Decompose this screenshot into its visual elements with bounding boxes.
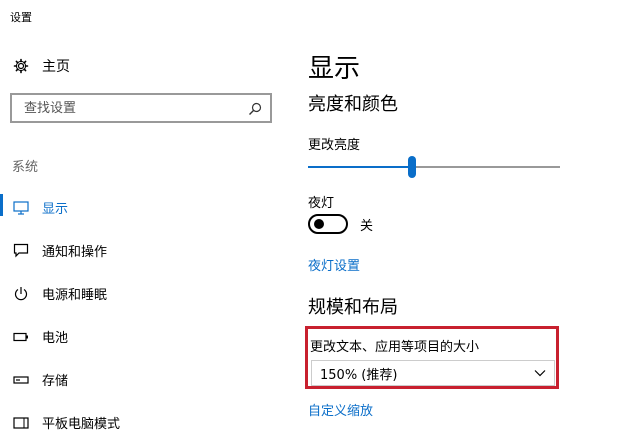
search-box[interactable] <box>10 93 272 123</box>
sidebar-item-storage[interactable]: 存储 <box>0 358 290 401</box>
night-light-toggle[interactable] <box>308 214 348 234</box>
storage-icon <box>12 371 30 389</box>
night-light-settings-link[interactable]: 夜灯设置 <box>308 255 360 274</box>
power-icon <box>12 285 30 303</box>
night-light-state: 关 <box>360 218 374 234</box>
sidebar-item-label: 通知和操作 <box>42 245 108 260</box>
sidebar-item-label: 电源和睡眠 <box>42 288 108 303</box>
search-input[interactable] <box>24 100 224 116</box>
slider-thumb[interactable] <box>408 156 416 178</box>
search-icon[interactable] <box>248 101 262 115</box>
gear-icon <box>12 57 30 75</box>
sidebar-item-tablet-mode[interactable]: 平板电脑模式 <box>0 401 290 431</box>
slider-track-empty <box>416 166 560 168</box>
chevron-down-icon <box>534 369 546 377</box>
section-label-system: 系统 <box>12 160 39 175</box>
brightness-slider[interactable] <box>308 156 560 178</box>
sidebar-item-notifications[interactable]: 通知和操作 <box>0 229 290 272</box>
night-light-label: 夜灯 <box>308 196 335 211</box>
custom-scale-link[interactable]: 自定义缩放 <box>308 400 373 419</box>
brightness-label: 更改亮度 <box>308 138 361 153</box>
sidebar-item-battery[interactable]: 电池 <box>0 315 290 358</box>
page-title: 显示 <box>308 54 361 84</box>
scale-label: 更改文本、应用等项目的大小 <box>310 340 480 355</box>
sidebar-item-label: 平板电脑模式 <box>42 417 121 431</box>
sidebar-item-label: 存储 <box>42 374 69 389</box>
window-title: 设置 <box>10 11 32 24</box>
toggle-knob <box>314 219 324 229</box>
sidebar-item-power[interactable]: 电源和睡眠 <box>0 272 290 315</box>
sidebar-home[interactable]: 主页 <box>0 52 290 80</box>
monitor-icon <box>12 199 30 217</box>
sidebar: 主页 系统 显示 <box>0 28 290 431</box>
sidebar-home-label: 主页 <box>42 59 70 75</box>
scale-section-title: 规模和布局 <box>308 297 398 318</box>
scale-dropdown-value: 150% (推荐) <box>320 367 398 383</box>
brightness-section-title: 亮度和颜色 <box>308 94 398 115</box>
night-light-toggle-row: 关 <box>308 214 373 234</box>
tablet-icon <box>12 414 30 431</box>
sidebar-item-label: 显示 <box>42 202 69 217</box>
scale-dropdown[interactable]: 150% (推荐) <box>311 360 555 386</box>
slider-track-filled <box>308 166 408 168</box>
settings-window: 设置 主页 查找设置 系统 显示 通知和操作 电源和睡眠 电池 存储 平板电脑模… <box>0 0 640 431</box>
main-content: 显示 亮度和颜色 更改亮度 夜灯 关 夜灯设置 规模和布局 更改文本、应用等项目… <box>305 28 640 431</box>
message-icon <box>12 242 30 260</box>
sidebar-item-label: 电池 <box>42 331 69 346</box>
sidebar-nav: 显示 通知和操作 电源和睡眠 电池 存储 平板电脑模式 <box>0 186 290 431</box>
battery-icon <box>12 328 30 346</box>
sidebar-item-display[interactable]: 显示 <box>0 186 290 229</box>
